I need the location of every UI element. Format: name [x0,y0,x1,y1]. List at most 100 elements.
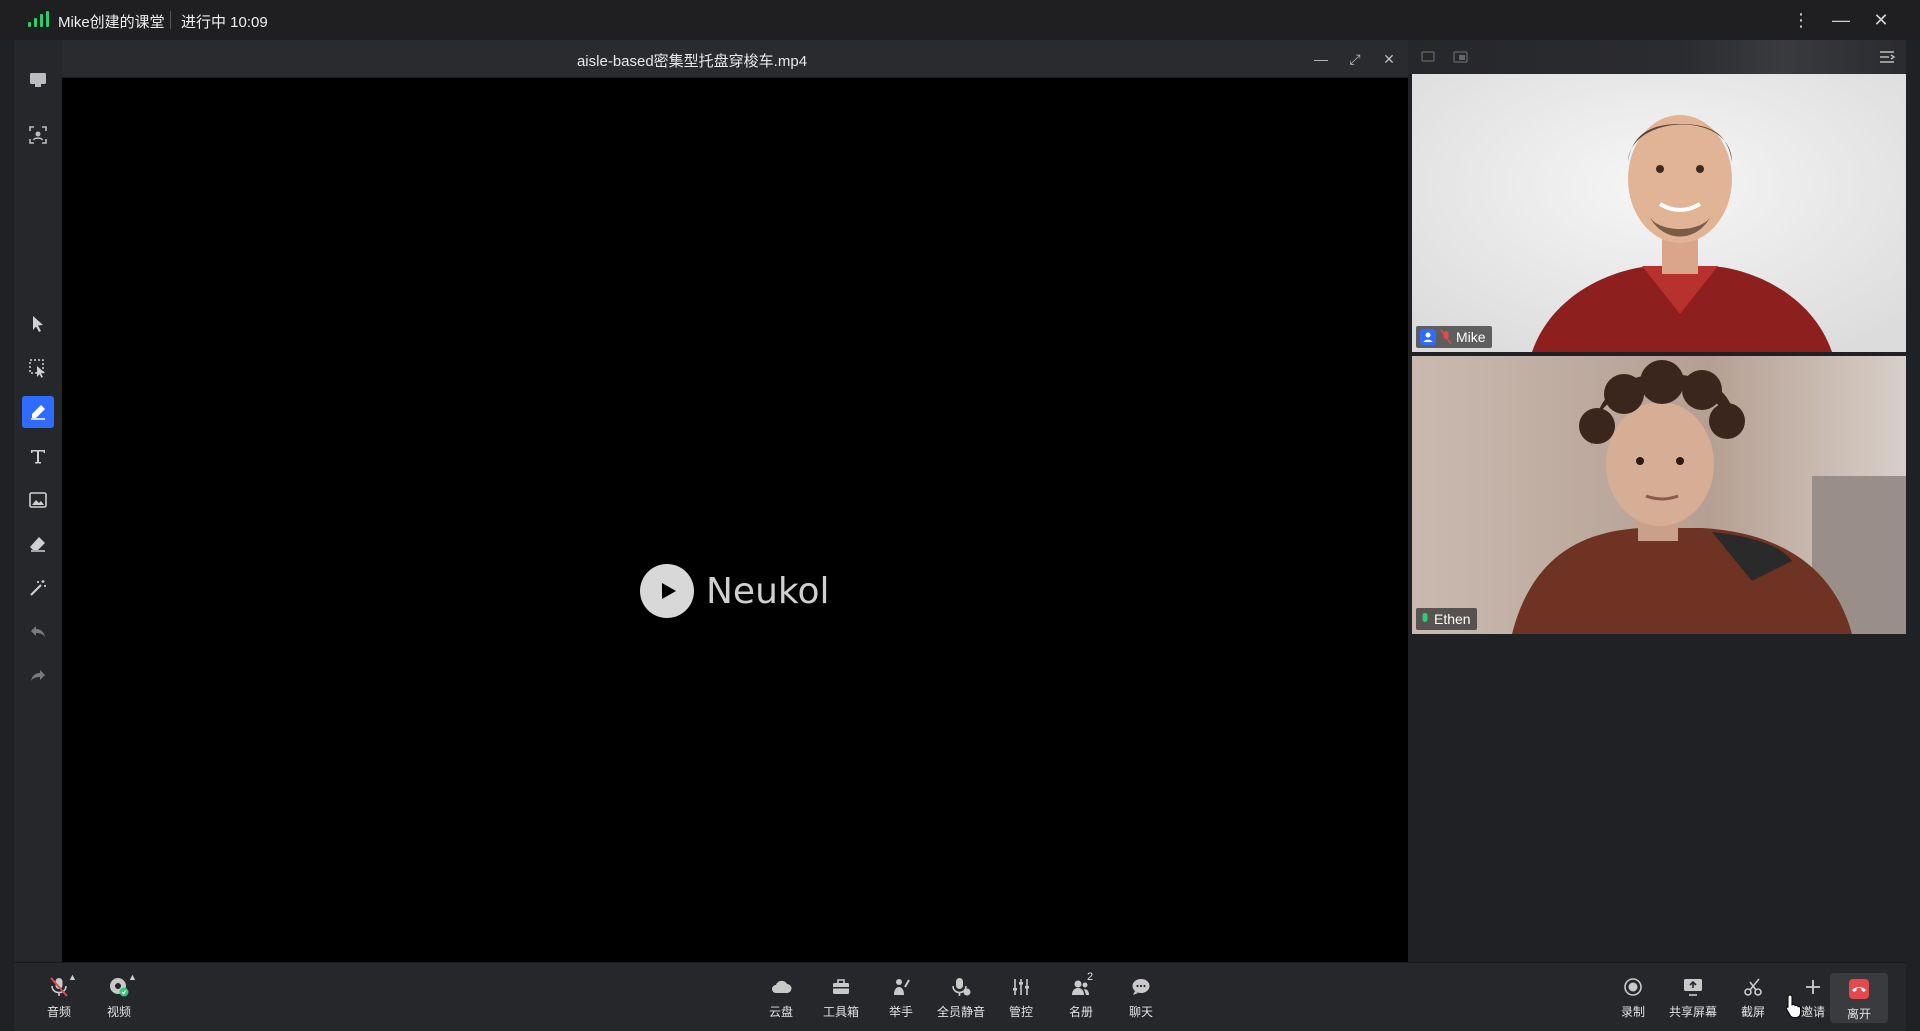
participant-video-tile[interactable]: Mike [1412,74,1906,352]
chat-button[interactable]: 聊天 [1114,971,1168,1025]
screenshot-tool-button[interactable] [22,119,54,151]
roster-button[interactable]: 2 名册 [1054,971,1108,1025]
mute-all-label: 全员静音 [936,1005,985,1019]
scissors-icon [1744,978,1762,996]
media-player-window: aisle-based密集型托盘穿梭车.mp4 — ⤢ ✕ Neukol [62,40,1408,962]
participant-name-tag: Ethen [1416,608,1477,630]
toolbox-button[interactable]: 工具箱 [814,971,868,1025]
undo-icon [31,626,45,637]
roster-count-badge: 2 [1087,971,1094,983]
pen-tool-button[interactable] [22,396,54,428]
mute-all-icon [952,978,971,996]
media-fullscreen-button[interactable]: ⤢ [1342,48,1368,70]
plus-icon [1806,980,1820,994]
cloud-icon [772,980,792,993]
participant-video-feed [1412,74,1906,352]
share-screen-label: 共享屏幕 [1668,1005,1717,1019]
leave-label: 离开 [1846,1007,1871,1021]
meeting-control-bar: 音频 ▲ 视频 ▲ 云盘 工具箱 举手 全员静音 管控 2 名册 聊天 录制 共… [14,962,1906,1031]
cloud-drive-button[interactable]: 云盘 [754,971,808,1025]
media-file-title: aisle-based密集型托盘穿梭车.mp4 [576,53,808,70]
picture-in-picture-icon[interactable] [1452,48,1470,66]
controls-button[interactable]: 管控 [994,971,1048,1025]
mic-muted-icon [1440,329,1452,345]
camera-icon [110,978,129,997]
video-display[interactable]: Neukol [62,78,1408,962]
audio-button[interactable]: 音频 [32,971,86,1025]
audio-options-caret-icon[interactable]: ▲ [68,972,77,982]
whiteboard-icon [30,73,46,87]
session-status: 进行中 10:09 [181,14,268,31]
participants-video-panel: Mike Ethen [1408,40,1906,962]
classroom-app: Mike创建的课堂 进行中 10:09 ⋮ — ✕ aisle-based密集型… [0,0,1920,1031]
mic-muted-icon [50,977,68,997]
raise-hand-label: 举手 [888,1005,913,1019]
magic-wand-icon [30,580,46,596]
share-screen-icon [1684,979,1702,996]
participant-video-tile[interactable]: Ethen [1412,356,1906,634]
roster-label: 名册 [1068,1005,1093,1019]
record-icon [1624,978,1642,996]
cursor-arrow-icon [33,316,43,332]
screenshot-button[interactable]: 截屏 [1726,971,1780,1025]
image-tool-button[interactable] [22,484,54,516]
mic-active-icon [1422,613,1428,622]
magic-tool-button[interactable] [22,572,54,604]
leave-button[interactable]: 离开 [1830,973,1888,1023]
play-icon [640,564,694,618]
video-button[interactable]: 视频 [92,971,146,1025]
participant-name: Mike [1456,329,1486,345]
host-badge-icon [1420,329,1436,345]
mouse-pointer-icon [1785,994,1801,1018]
text-icon [31,450,45,464]
classroom-title: Mike创建的课堂 [58,14,165,31]
media-player-header: aisle-based密集型托盘穿梭车.mp4 — ⤢ ✕ [62,40,1408,78]
marquee-select-icon [29,359,45,378]
panel-collapse-icon[interactable] [1878,48,1896,66]
mute-all-button[interactable]: 全员静音 [934,971,988,1025]
media-minimize-button[interactable]: — [1308,48,1334,70]
title-divider [170,11,171,29]
toolbox-label: 工具箱 [822,1005,859,1019]
toolbox-icon [833,979,849,994]
sliders-icon [1013,979,1029,995]
chat-label: 聊天 [1128,1005,1153,1019]
raise-hand-button[interactable]: 举手 [874,971,928,1025]
eraser-icon [30,537,45,552]
whiteboard-toggle-button[interactable] [22,64,54,96]
title-bar: Mike创建的课堂 进行中 10:09 ⋮ — ✕ [0,0,1920,40]
media-close-button[interactable]: ✕ [1376,48,1402,70]
invite-label: 邀请 [1800,1005,1825,1019]
participant-name: Ethen [1434,611,1471,627]
undo-button[interactable] [22,616,54,648]
raise-hand-icon [894,979,910,995]
redo-button[interactable] [22,660,54,692]
select-tool-button[interactable] [22,308,54,340]
brand-watermark: Neukol [640,564,830,618]
minimize-button[interactable]: — [1826,6,1856,34]
share-screen-button[interactable]: 共享屏幕 [1666,971,1720,1025]
text-tool-button[interactable] [22,440,54,472]
audio-button-label: 音频 [46,1005,71,1019]
participant-name-tag: Mike [1416,326,1492,348]
chat-icon [1132,979,1150,995]
area-select-tool-button[interactable] [22,352,54,384]
cloud-drive-label: 云盘 [768,1005,793,1019]
video-button-label: 视频 [106,1005,131,1019]
brand-name: Neukol [706,570,830,612]
participant-video-feed [1412,356,1906,634]
eraser-tool-button[interactable] [22,528,54,560]
hang-up-icon [1849,979,1869,999]
close-button[interactable]: ✕ [1866,6,1896,34]
screenshot-label: 截屏 [1740,1005,1765,1019]
focus-camera-icon [29,126,47,144]
image-icon [29,492,47,508]
controls-label: 管控 [1008,1005,1033,1019]
video-panel-header [1408,40,1906,74]
more-options-button[interactable]: ⋮ [1786,6,1816,34]
record-button[interactable]: 录制 [1606,971,1660,1025]
redo-icon [31,670,45,681]
video-options-caret-icon[interactable]: ▲ [128,972,137,982]
record-label: 录制 [1620,1005,1645,1019]
layout-grid-icon[interactable] [1420,48,1438,66]
